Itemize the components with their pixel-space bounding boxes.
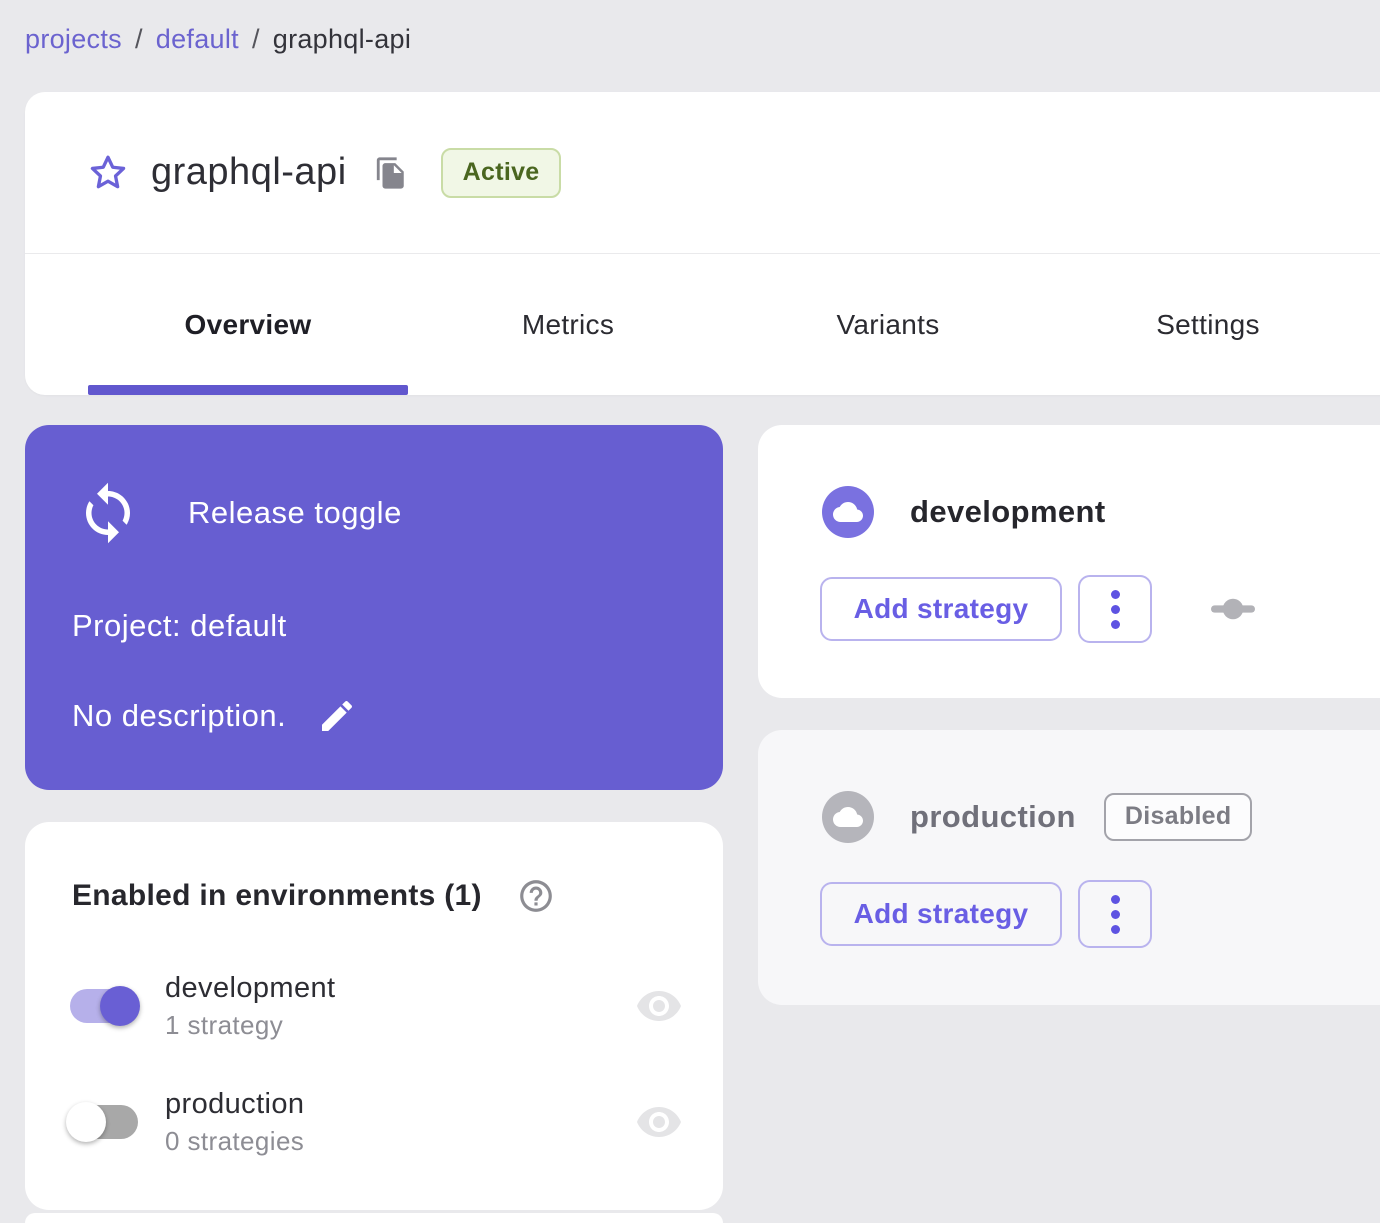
view-environment-button[interactable] [635,1098,683,1146]
status-badge: Active [440,147,562,198]
environment-menu-button[interactable] [1078,880,1152,948]
star-icon [90,155,126,188]
environment-row-name: development [165,971,336,1004]
pencil-icon [322,700,353,731]
title-row: graphql-api Active [25,92,1380,253]
environment-name: production [910,799,1076,834]
help-button[interactable] [517,877,555,915]
tab-bar: Overview Metrics Variants Settings [88,254,1368,395]
feature-type-card: Release toggle Project: default No descr… [25,425,723,790]
help-icon [520,880,552,912]
environment-strategy-count: 0 strategies [165,1125,305,1156]
environment-row-production: production 0 strategies [66,1084,683,1160]
environment-menu-button[interactable] [1078,575,1152,643]
favorite-star-button[interactable] [87,152,129,194]
cloud-icon [833,502,863,522]
environment-card-development: development Add strategy [758,425,1380,698]
breadcrumb-projects-link[interactable]: projects [25,24,122,55]
breadcrumb-separator: / [251,24,260,54]
feature-header-card: graphql-api Active Overview Metrics Vari… [25,92,1380,395]
kebab-icon [1110,894,1120,904]
feature-type-label: Release toggle [188,495,402,530]
eye-icon [637,1107,681,1137]
environment-avatar [822,486,874,538]
environment-strategy-count: 1 strategy [165,1009,284,1040]
edit-description-button[interactable] [316,695,358,737]
cloud-icon [833,807,863,827]
project-label: Project: default [72,608,287,643]
add-strategy-button[interactable]: Add strategy [820,882,1062,946]
copy-name-button[interactable] [373,155,409,191]
page-title: graphql-api [151,151,347,193]
environment-avatar [822,791,874,843]
copy-icon [376,156,404,189]
enabled-environments-title: Enabled in environments (1) [72,879,482,912]
environment-name: development [910,494,1106,529]
add-strategy-button[interactable]: Add strategy [820,577,1062,641]
view-environment-button[interactable] [635,982,683,1030]
enabled-environments-card: Enabled in environments (1) development … [25,822,723,1210]
tab-settings[interactable]: Settings [1048,254,1368,395]
tab-variants[interactable]: Variants [728,254,1048,395]
production-toggle[interactable] [66,1102,138,1142]
eye-icon [637,991,681,1021]
environment-row-name: production [165,1087,305,1120]
breadcrumb: projects / default / graphql-api [25,24,411,55]
tab-metrics[interactable]: Metrics [408,254,728,395]
environment-card-production: production Disabled Add strategy [758,730,1380,1005]
description-label: No description. [72,698,287,733]
environment-row-development: development 1 strategy [70,968,683,1044]
kebab-icon [1110,589,1120,599]
disabled-badge: Disabled [1103,793,1253,841]
tab-overview[interactable]: Overview [88,254,408,395]
release-toggle-icon [86,482,130,544]
strategy-slider-icon [1210,598,1256,620]
breadcrumb-default-link[interactable]: default [156,24,239,55]
development-toggle[interactable] [70,986,140,1026]
active-tab-indicator [88,385,408,395]
next-card-top-edge [25,1213,723,1223]
breadcrumb-current: graphql-api [272,24,412,54]
breadcrumb-separator: / [134,24,143,54]
